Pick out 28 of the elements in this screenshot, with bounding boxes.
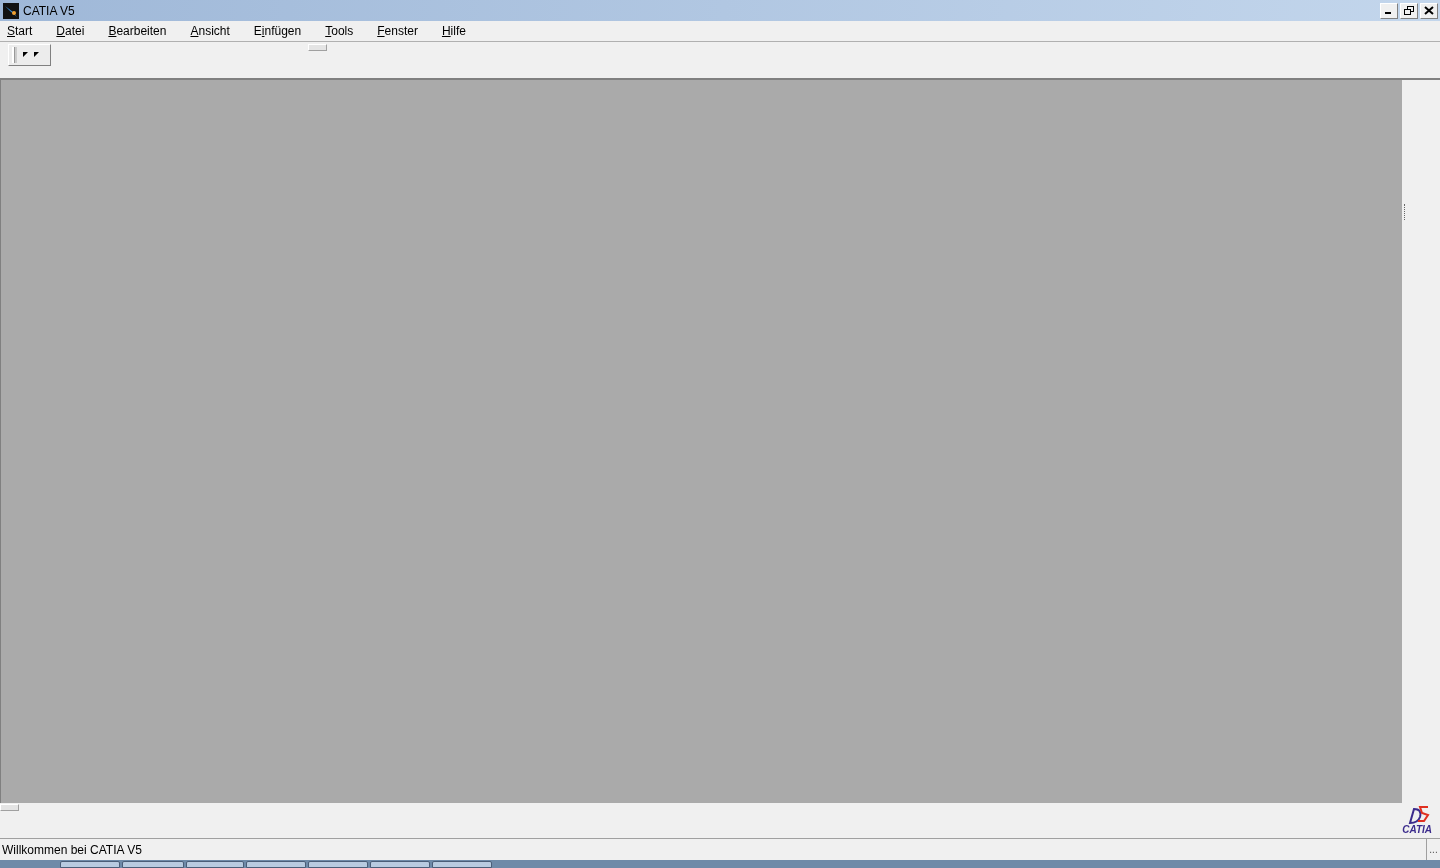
restore-icon — [1404, 6, 1414, 15]
menu-item[interactable]: Fenster — [377, 25, 418, 37]
grip-icon[interactable] — [12, 47, 17, 63]
taskbar-button[interactable] — [122, 861, 184, 868]
taskbar-button[interactable] — [432, 861, 492, 868]
minimize-button[interactable] — [1380, 2, 1398, 19]
menu-item[interactable]: Einfügen — [253, 25, 302, 37]
menu-item[interactable]: Datei — [56, 25, 85, 37]
menu-item[interactable]: Ansicht — [190, 25, 230, 37]
logo-icon — [1408, 805, 1432, 825]
menu-item[interactable]: Bearbeiten — [108, 25, 167, 37]
close-icon — [1424, 6, 1434, 15]
window-title: CATIA V5 — [23, 2, 75, 20]
app-icon — [3, 2, 19, 19]
status-message: Willkommen bei CATIA V5 — [1, 841, 142, 859]
menu-item[interactable]: Tools — [325, 25, 354, 37]
taskbar-button[interactable] — [308, 861, 368, 868]
arrow-icon[interactable] — [21, 51, 41, 59]
toolbar-handle[interactable] — [1404, 204, 1406, 220]
menu-item[interactable]: Start — [7, 25, 33, 37]
close-button[interactable] — [1420, 2, 1438, 19]
taskbar-button[interactable] — [60, 861, 120, 868]
taskbar-button[interactable] — [370, 861, 430, 868]
menu-item[interactable]: Hilfe — [441, 25, 466, 37]
logo-text: CATIA — [1402, 825, 1432, 835]
taskbar-button[interactable] — [246, 861, 306, 868]
restore-button[interactable] — [1400, 2, 1418, 19]
taskbar-button[interactable] — [186, 861, 244, 868]
